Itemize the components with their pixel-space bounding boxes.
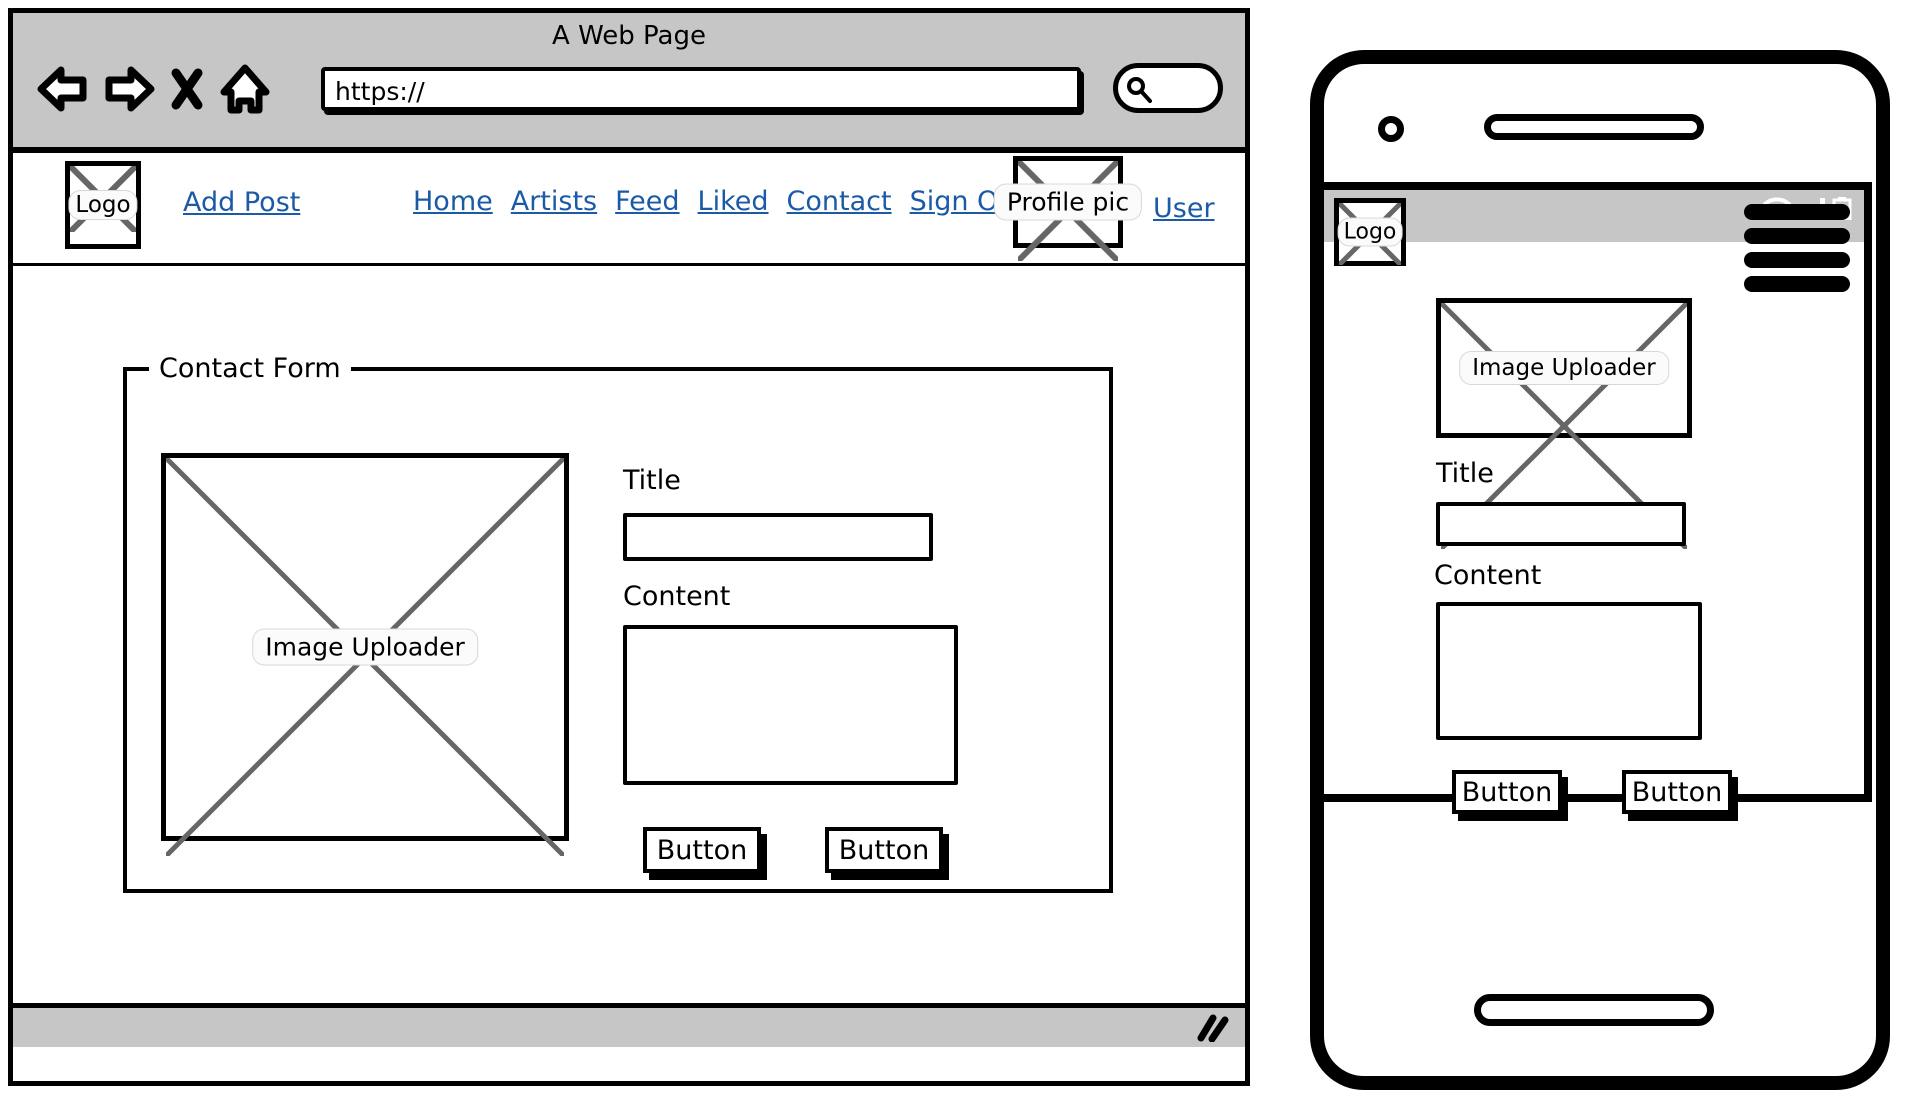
content-textarea[interactable] [623, 625, 958, 785]
mobile-title-input[interactable] [1436, 502, 1686, 546]
mobile-submit-button[interactable]: Button [1452, 770, 1562, 814]
hamburger-bar [1744, 252, 1850, 268]
browser-status-bar [13, 1003, 1245, 1047]
speaker-icon [1484, 114, 1704, 140]
mobile-content-textarea[interactable] [1436, 602, 1702, 740]
main-navigation: Home Artists Feed Liked Contact Sign Out [413, 186, 1026, 217]
hamburger-bar [1744, 204, 1850, 220]
camera-icon [1378, 116, 1404, 142]
user-link[interactable]: User [1153, 193, 1215, 224]
title-label: Title [623, 465, 681, 496]
home-icon[interactable] [219, 61, 271, 117]
hamburger-bar [1744, 276, 1850, 292]
logo-placeholder[interactable]: Logo [65, 161, 141, 249]
contact-form-group: Contact Form Image Uploader Title Conten… [123, 353, 1113, 893]
url-input[interactable]: https:// [335, 77, 425, 106]
resize-grip-icon[interactable] [1195, 1014, 1229, 1042]
contact-form-title: Contact Form [149, 353, 351, 384]
wireframe-canvas: A Web Page https:// Logo Add Post Home A… [0, 0, 1910, 1096]
site-header: Logo Add Post Home Artists Feed Liked Co… [13, 153, 1245, 266]
mobile-content-label: Content [1434, 560, 1542, 591]
search-input[interactable] [1113, 63, 1223, 113]
hamburger-menu-icon[interactable] [1744, 204, 1850, 300]
search-icon [1124, 74, 1154, 104]
browser-chrome: A Web Page https:// [13, 13, 1245, 153]
url-bar[interactable]: https:// [321, 67, 1081, 111]
home-button-icon[interactable] [1474, 994, 1714, 1026]
image-uploader[interactable]: Image Uploader [161, 453, 569, 841]
mobile-cancel-button[interactable]: Button [1622, 770, 1732, 814]
add-post-link[interactable]: Add Post [183, 187, 300, 218]
mobile-logo-label: Logo [1337, 217, 1403, 247]
browser-window: A Web Page https:// Logo Add Post Home A… [8, 8, 1250, 1086]
page-content: Logo Add Post Home Artists Feed Liked Co… [13, 153, 1245, 1047]
window-title: A Web Page [552, 21, 706, 51]
nav-link-feed[interactable]: Feed [615, 186, 679, 217]
nav-link-artists[interactable]: Artists [511, 186, 597, 217]
mobile-screen: Logo Image Uploader Title Content Button… [1316, 182, 1872, 814]
browser-toolbar [37, 61, 271, 117]
cancel-button[interactable]: Button [825, 827, 943, 873]
image-uploader-label: Image Uploader [252, 628, 478, 666]
nav-link-contact[interactable]: Contact [787, 186, 892, 217]
mobile-image-uploader-label: Image Uploader [1459, 351, 1669, 385]
forward-icon[interactable] [103, 61, 155, 117]
profile-pic-placeholder[interactable]: Profile pic [993, 156, 1143, 248]
back-icon[interactable] [37, 61, 89, 117]
stop-icon[interactable] [169, 61, 205, 117]
mobile-title-label: Title [1436, 458, 1494, 489]
logo-label: Logo [68, 190, 138, 220]
mobile-logo-placeholder[interactable]: Logo [1334, 198, 1406, 266]
nav-link-home[interactable]: Home [413, 186, 493, 217]
profile-pic-label: Profile pic [993, 183, 1143, 221]
nav-link-liked[interactable]: Liked [698, 186, 769, 217]
submit-button[interactable]: Button [643, 827, 761, 873]
mobile-device: Logo Image Uploader Title Content Button… [1310, 50, 1890, 1090]
content-label: Content [623, 581, 731, 612]
hamburger-bar [1744, 228, 1850, 244]
mobile-image-uploader[interactable]: Image Uploader [1436, 298, 1692, 438]
title-input[interactable] [623, 513, 933, 561]
